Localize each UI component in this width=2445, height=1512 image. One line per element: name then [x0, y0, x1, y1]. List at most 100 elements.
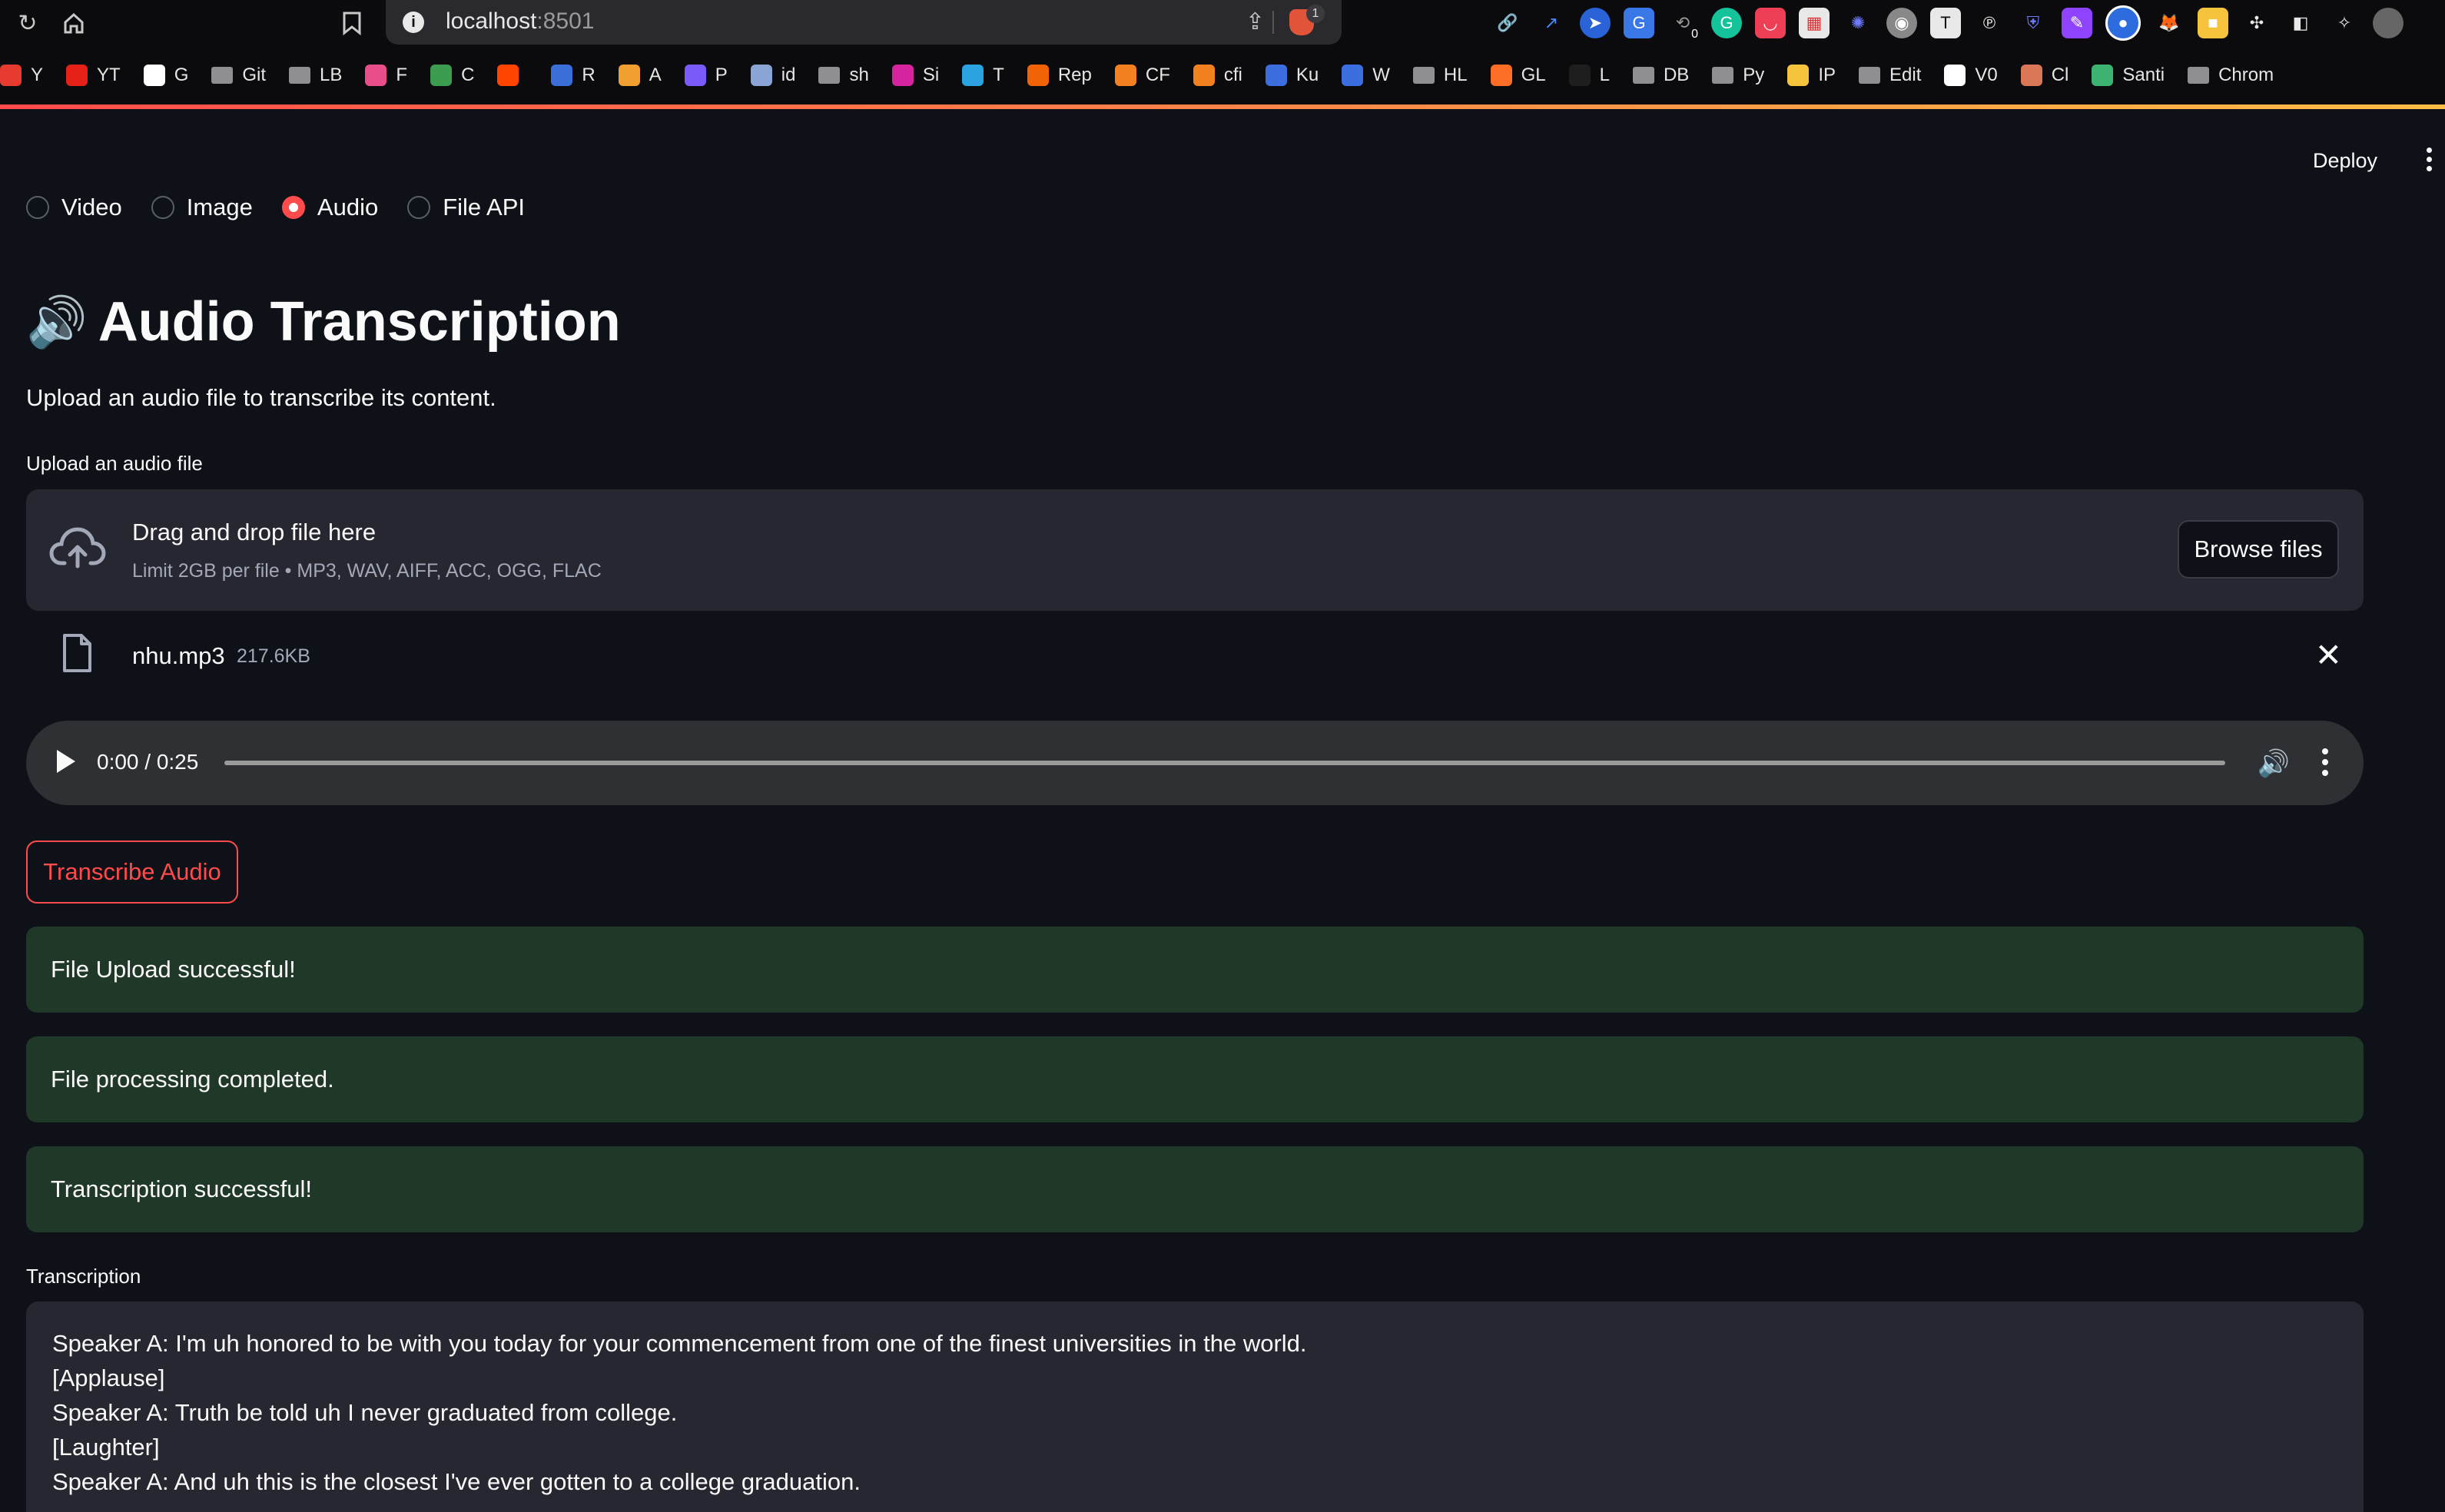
pin-extension-icon[interactable]: ℗	[1974, 8, 2005, 38]
radio-selected-icon[interactable]	[281, 196, 305, 219]
network-extension-icon[interactable]: ⟲ 0	[1667, 8, 1698, 41]
bookmark-label: CF	[1145, 65, 1170, 85]
bookmark-item[interactable]: CF	[1114, 65, 1170, 86]
bookmark-item[interactable]: G	[143, 65, 188, 86]
bookmark-item[interactable]: Santi	[2092, 65, 2165, 86]
reload-icon[interactable]: ↻	[12, 8, 43, 38]
bookmark-item[interactable]: id	[750, 65, 796, 86]
bookmark-label: Edit	[1889, 65, 1922, 85]
bookmark-favicon-icon	[684, 65, 706, 86]
radio-unselected-icon[interactable]	[151, 196, 174, 219]
bookmark-item[interactable]: Si	[891, 65, 939, 86]
bookmark-item[interactable]: L	[1568, 65, 1610, 86]
bookmark-item[interactable]: V0	[1944, 65, 1998, 86]
bookmark-favicon-icon	[1114, 65, 1136, 86]
bookmark-favicon-icon	[497, 65, 519, 86]
play-icon[interactable]	[57, 750, 75, 773]
mode-radio-option[interactable]: Video	[26, 194, 122, 221]
bookmark-item[interactable]: sh	[818, 65, 869, 86]
remove-file-close-icon[interactable]: ✕	[2315, 636, 2342, 674]
mode-radio-group: Video Image Audio File API	[26, 194, 525, 221]
bookmark-item[interactable]	[497, 65, 528, 86]
bookmark-label: V0	[1975, 65, 1998, 85]
browse-files-button[interactable]: Browse files	[2178, 520, 2339, 579]
notes-extension-icon[interactable]: ■	[2198, 8, 2228, 38]
address-bar[interactable]: i localhost:8501 ⇪ 1	[386, 0, 1342, 45]
bookmark-item[interactable]: LB	[289, 65, 342, 86]
volume-icon[interactable]: 🔊	[2258, 748, 2290, 779]
transcription-lines: Speaker A: I'm uh honored to be with you…	[52, 1326, 1307, 1499]
deploy-button[interactable]: Deploy	[2313, 149, 2377, 173]
bookmark-item[interactable]: Rep	[1027, 65, 1092, 86]
bookmark-item[interactable]: R	[551, 65, 595, 86]
bookmark-favicon-icon	[0, 65, 22, 86]
bookmark-item[interactable]: YT	[66, 65, 121, 86]
bookmark-item[interactable]: DB	[1632, 65, 1690, 86]
main-menu-icon[interactable]	[2427, 148, 2434, 171]
bookmark-item[interactable]: W	[1342, 65, 1390, 86]
bookmark-favicon-icon	[1342, 65, 1364, 86]
bookmark-item[interactable]: Chrom	[2188, 65, 2274, 86]
bookmark-label: Rep	[1057, 65, 1092, 85]
bookmark-item[interactable]: cfi	[1193, 65, 1242, 86]
share-icon[interactable]: ⇪	[1246, 8, 1265, 35]
file-dropzone[interactable]: Drag and drop file here Limit 2GB per fi…	[26, 489, 2364, 611]
profile-extension-icon[interactable]: ●	[2105, 5, 2141, 41]
bookmark-item[interactable]: Py	[1712, 65, 1764, 86]
bookmark-favicon-icon	[1787, 65, 1810, 86]
sparkle-extension-icon[interactable]: ✺	[1843, 8, 1873, 38]
grammarly-icon[interactable]: G	[1711, 8, 1742, 38]
transcribe-audio-button[interactable]: Transcribe Audio	[26, 841, 238, 904]
extensions-puzzle-icon[interactable]: ✣	[2241, 8, 2272, 38]
bookmark-item[interactable]: F	[365, 65, 407, 86]
bookmark-item[interactable]: Cl	[2020, 65, 2068, 86]
bookmark-item[interactable]: HL	[1412, 65, 1468, 86]
forward-extension-icon[interactable]: ➤	[1580, 8, 1611, 38]
mode-radio-option[interactable]: Image	[151, 194, 253, 221]
bookmark-item[interactable]: IP	[1787, 65, 1836, 86]
bookmark-favicon-icon	[962, 65, 984, 86]
shield-extension-icon[interactable]: ⛨	[2018, 8, 2049, 38]
radio-unselected-icon[interactable]	[26, 196, 49, 219]
calendar-extension-icon[interactable]: ▦	[1799, 8, 1830, 38]
bookmark-item[interactable]: Edit	[1859, 65, 1921, 86]
bookmark-item[interactable]: Git	[211, 65, 266, 86]
mode-radio-option[interactable]: Audio	[281, 194, 378, 221]
audio-seek-slider[interactable]	[224, 761, 2225, 765]
player-more-icon[interactable]	[2322, 748, 2328, 776]
bookmark-item[interactable]: C	[430, 65, 474, 86]
transcription-textarea[interactable]: Speaker A: I'm uh honored to be with you…	[26, 1301, 2364, 1512]
bookmark-item[interactable]: P	[684, 65, 728, 86]
bookmark-icon[interactable]	[337, 8, 367, 38]
url-text[interactable]: localhost:8501	[446, 8, 594, 35]
bookmark-item[interactable]: A	[618, 65, 662, 86]
sidebar-toggle-icon[interactable]: ◧	[2285, 8, 2316, 38]
wand-extension-icon[interactable]: ✎	[2062, 8, 2092, 38]
owl-extension-icon[interactable]: ◉	[1886, 8, 1917, 38]
radio-unselected-icon[interactable]	[407, 196, 431, 219]
bookmark-item[interactable]: T	[962, 65, 1004, 86]
transcription-line: Speaker A: And uh this is the closest I'…	[52, 1468, 861, 1495]
bookmark-item[interactable]: GL	[1490, 65, 1546, 86]
text-extension-icon[interactable]: T	[1930, 8, 1961, 38]
home-icon[interactable]	[58, 8, 89, 38]
file-name: nhu.mp3	[132, 642, 225, 669]
bookmark-item[interactable]: Ku	[1265, 65, 1319, 86]
bookmark-label: id	[781, 65, 796, 85]
site-info-icon[interactable]: i	[403, 12, 424, 33]
bookmark-favicon-icon	[1944, 65, 1966, 86]
link-extension-icon[interactable]: 🔗	[1492, 8, 1523, 38]
pocket-icon[interactable]: ◡	[1755, 8, 1786, 38]
bookmark-label: DB	[1663, 65, 1690, 85]
folder-icon	[289, 67, 311, 84]
bookmark-favicon-icon	[1265, 65, 1287, 86]
mode-radio-option[interactable]: File API	[407, 194, 525, 221]
share-extension-icon[interactable]: ↗	[1536, 8, 1567, 38]
ai-sparkle-icon[interactable]: ✧	[2329, 8, 2360, 38]
account-icon[interactable]	[2373, 8, 2404, 38]
metamask-icon[interactable]: 🦊	[2154, 8, 2185, 38]
translate-extension-icon[interactable]: G	[1624, 8, 1654, 38]
bookmark-label: HL	[1443, 65, 1468, 85]
success-alert-processing: File processing completed.	[26, 1036, 2364, 1122]
bookmark-item[interactable]: Y	[0, 65, 43, 86]
